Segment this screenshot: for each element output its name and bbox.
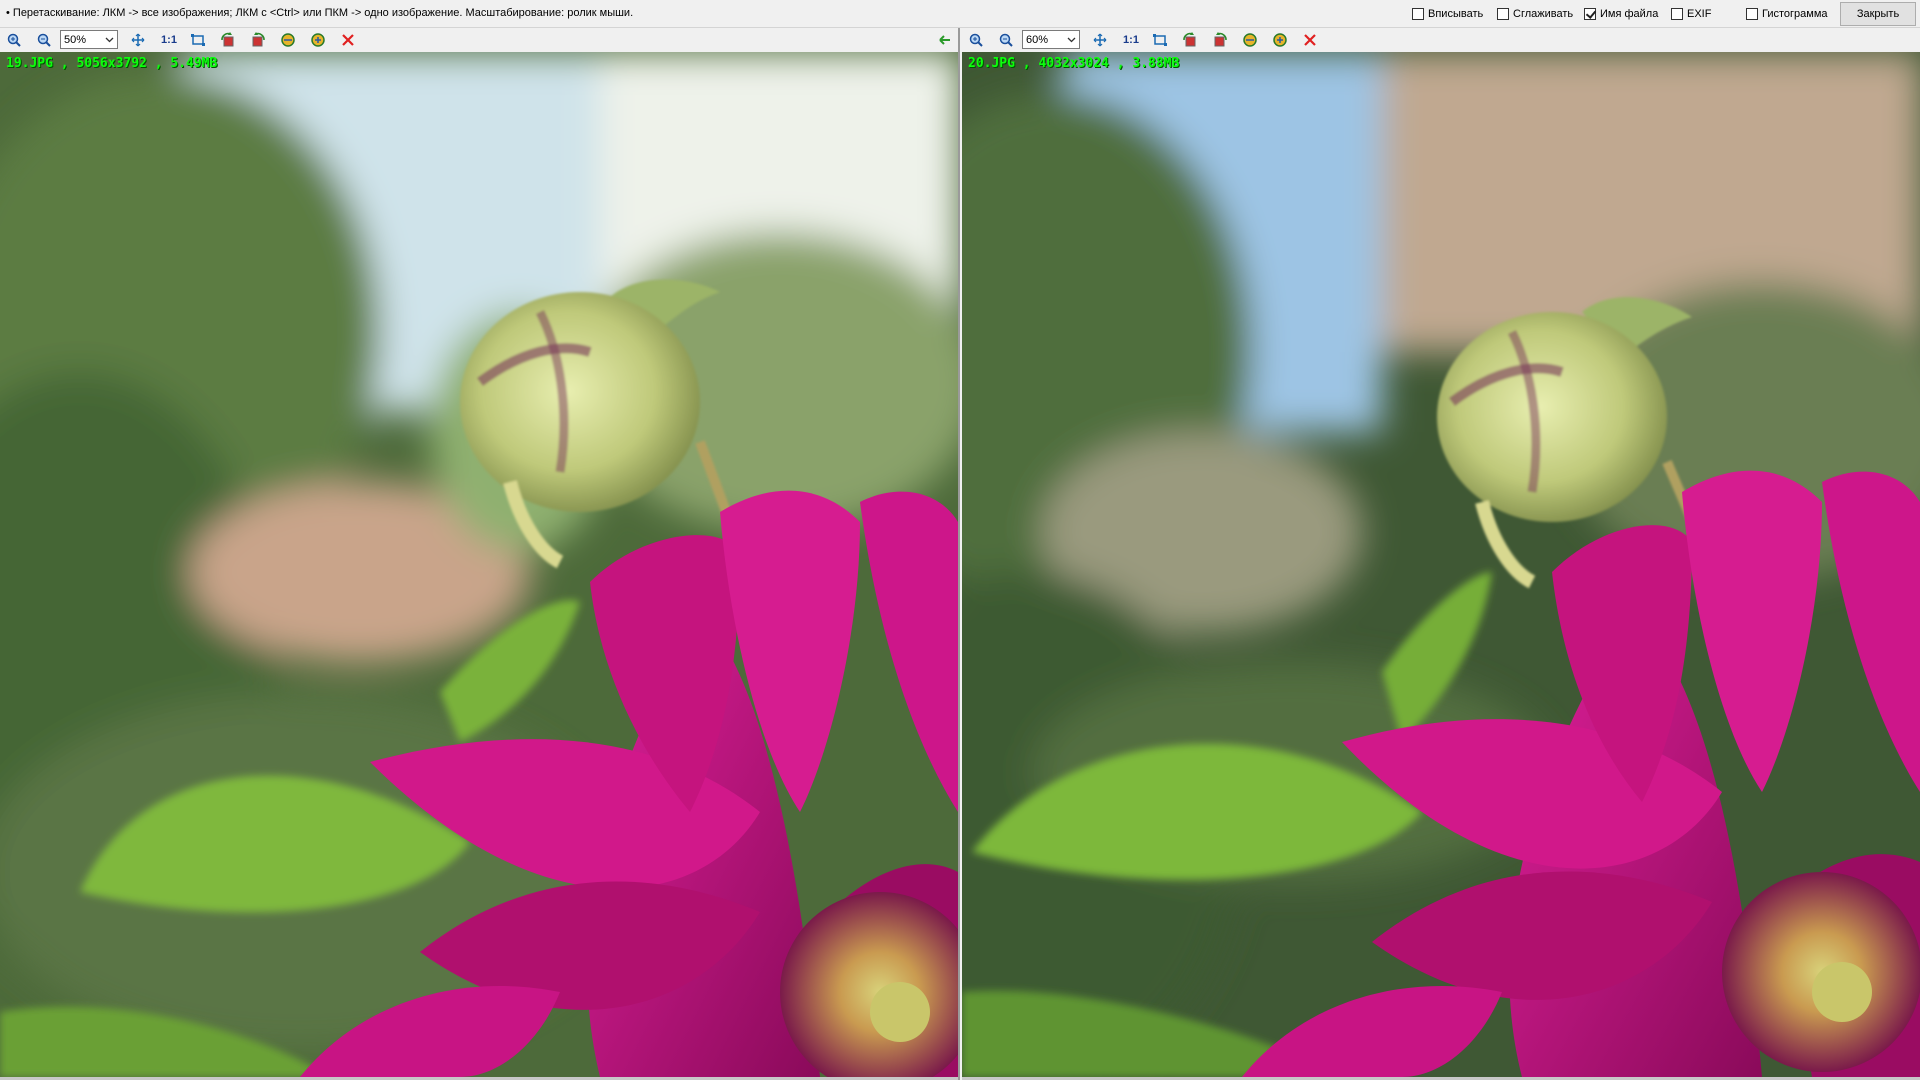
exif-checkbox[interactable]: EXIF: [1671, 6, 1711, 22]
chevron-down-icon: [1067, 35, 1076, 47]
histogram-checkbox[interactable]: Гистограмма: [1746, 6, 1828, 22]
right-image[interactable]: 20.JPG , 4032x3024 , 3.88MB: [962, 52, 1920, 1077]
zoom-value: 60%: [1026, 33, 1049, 46]
dahlia-photo-right: [962, 52, 1920, 1077]
filename-checkbox-box[interactable]: [1584, 8, 1596, 20]
crop-icon[interactable]: [1152, 32, 1168, 48]
flip-icon[interactable]: [1242, 32, 1258, 48]
right-toolbar: 60% 1:1: [962, 28, 1920, 52]
fit-icon[interactable]: [130, 32, 146, 48]
crop-icon[interactable]: [190, 32, 206, 48]
smooth-checkbox-label: Сглаживать: [1513, 8, 1574, 20]
histogram-checkbox-box[interactable]: [1746, 8, 1758, 20]
smooth-checkbox-box[interactable]: [1497, 8, 1509, 20]
left-toolbar: 50% 1:1: [0, 28, 958, 52]
zoom-in-icon[interactable]: [6, 32, 22, 48]
usage-hint: • Перетаскивание: ЛКМ -> все изображения…: [6, 7, 634, 19]
chevron-down-icon: [105, 35, 114, 47]
fit-checkbox[interactable]: Вписывать: [1412, 6, 1483, 22]
smooth-checkbox[interactable]: Сглаживать: [1497, 6, 1573, 22]
zoom-out-icon[interactable]: [998, 32, 1014, 48]
zoom-select[interactable]: 50%: [60, 30, 118, 49]
rotate-left-icon[interactable]: [220, 32, 236, 48]
fit-icon[interactable]: [1092, 32, 1108, 48]
right-image-pane: 60% 1:1 20.JPG , 4032x3024 , 3.88MB: [962, 28, 1920, 1080]
fit-checkbox-label: Вписывать: [1428, 8, 1484, 20]
flip-icon[interactable]: [280, 32, 296, 48]
filename-checkbox[interactable]: Имя файла: [1584, 6, 1658, 22]
actual-size-icon[interactable]: 1:1: [158, 32, 180, 48]
save-icon[interactable]: [310, 32, 326, 48]
filename-checkbox-label: Имя файла: [1600, 8, 1659, 20]
histogram-checkbox-label: Гистограмма: [1762, 8, 1828, 20]
rotate-right-icon[interactable]: [1212, 32, 1228, 48]
zoom-select[interactable]: 60%: [1022, 30, 1080, 49]
zoom-value: 50%: [64, 33, 87, 46]
sync-arrow-icon[interactable]: [936, 32, 952, 48]
save-icon[interactable]: [1272, 32, 1288, 48]
exif-checkbox-label: EXIF: [1687, 8, 1712, 20]
top-bar: • Перетаскивание: ЛКМ -> все изображения…: [0, 0, 1920, 28]
close-button[interactable]: Закрыть: [1840, 2, 1916, 26]
fit-checkbox-box[interactable]: [1412, 8, 1424, 20]
zoom-in-icon[interactable]: [968, 32, 984, 48]
rotate-left-icon[interactable]: [1182, 32, 1198, 48]
exif-checkbox-box[interactable]: [1671, 8, 1683, 20]
close-icon[interactable]: [1302, 32, 1318, 48]
left-image[interactable]: 19.JPG , 5056x3792 , 5.49MB: [0, 52, 958, 1077]
dahlia-photo-left: [0, 52, 958, 1077]
rotate-right-icon[interactable]: [250, 32, 266, 48]
zoom-out-icon[interactable]: [36, 32, 52, 48]
actual-size-icon[interactable]: 1:1: [1120, 32, 1142, 48]
file-info-label: 20.JPG , 4032x3024 , 3.88MB: [968, 56, 1180, 71]
file-info-label: 19.JPG , 5056x3792 , 5.49MB: [6, 56, 218, 71]
close-icon[interactable]: [340, 32, 356, 48]
left-image-pane: 50% 1:1 19.JPG , 5056x3792 , 5.49MB: [0, 28, 960, 1080]
